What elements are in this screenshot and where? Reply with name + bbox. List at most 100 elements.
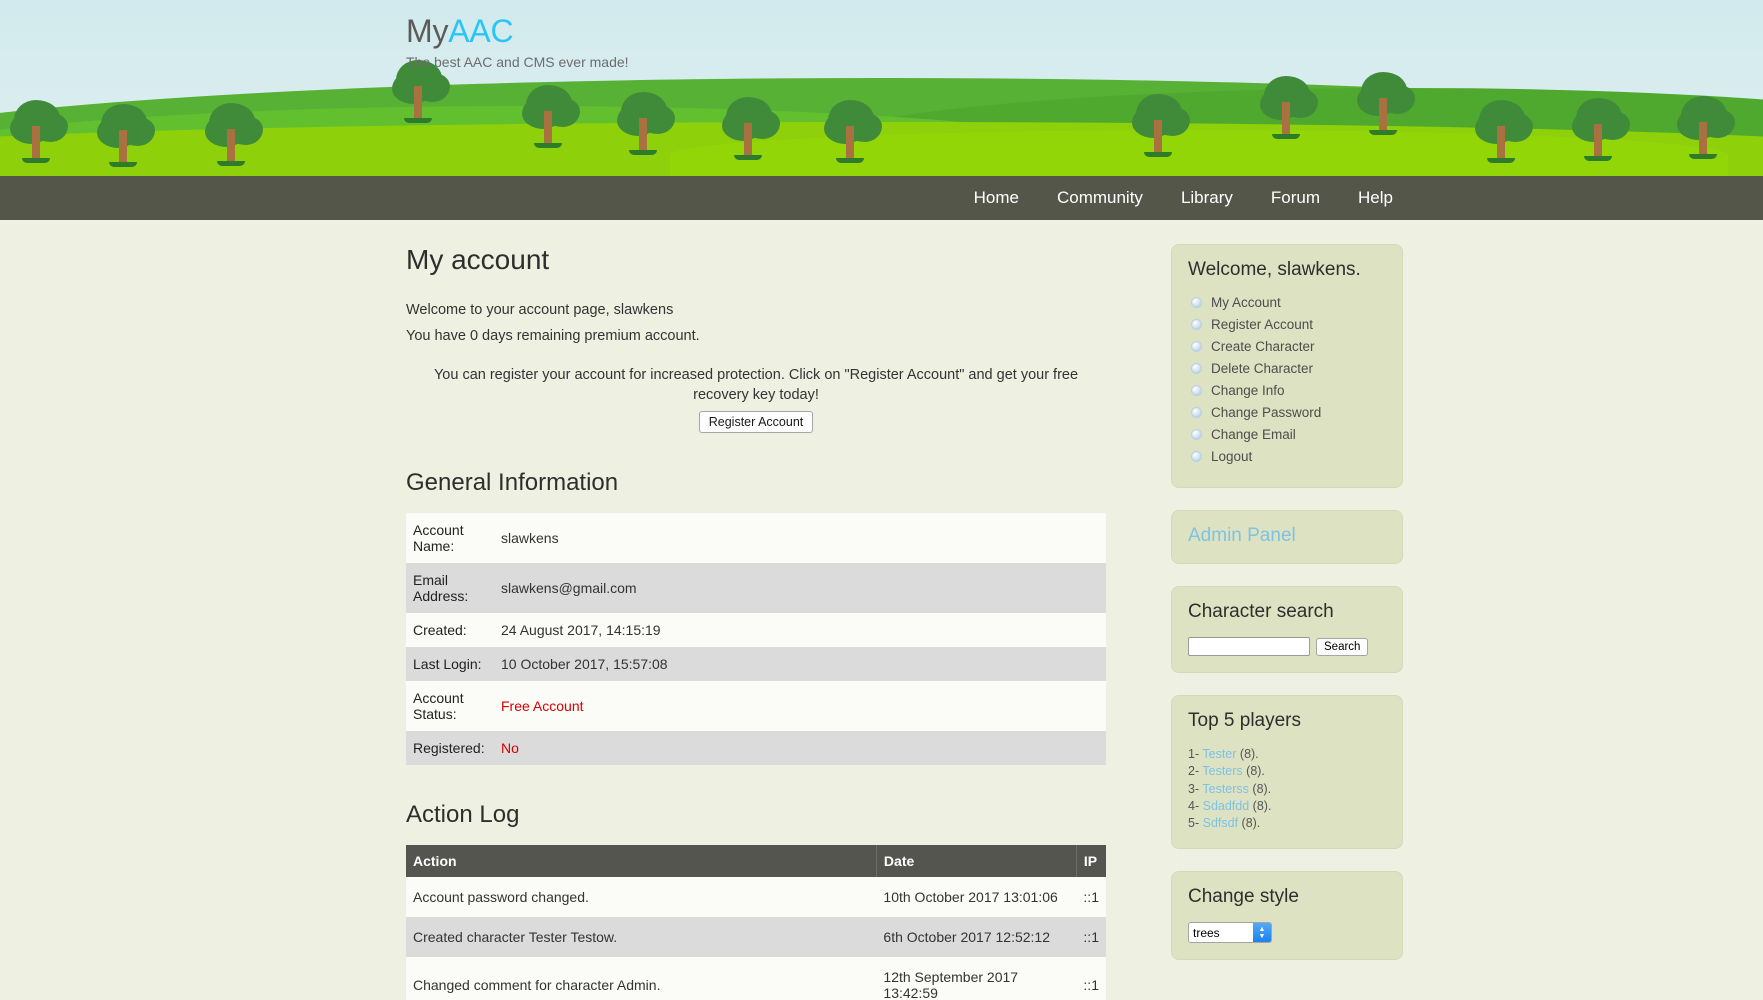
admin-panel-link[interactable]: Admin Panel [1188,525,1386,547]
row-label: Last Login: [406,647,494,681]
sidebar-item-label[interactable]: Change Password [1211,405,1321,420]
log-ip: ::1 [1076,877,1106,917]
tree-icon [1355,72,1411,134]
main-content: My account Welcome to your account page,… [406,244,1106,1000]
nav-item-help[interactable]: Help [1358,176,1393,220]
tree-icon [8,100,64,162]
sidebar-item-label[interactable]: Change Email [1211,427,1296,442]
sidebar-item-label[interactable]: Register Account [1211,317,1313,332]
register-account-button[interactable]: Register Account [699,411,814,433]
right-sidebar: Welcome, slawkens. My Account Register A… [1171,244,1403,982]
list-item: 2- Testers (8). [1188,763,1386,780]
sidebar-item-my-account[interactable]: My Account [1188,295,1386,310]
top-players-list: 1- Tester (8). 2- Testers (8). 3- Tester… [1188,746,1386,832]
row-label: Email Address: [406,563,494,613]
sidebar-item-label[interactable]: Logout [1211,449,1252,464]
tree-icon [615,92,671,154]
bullet-icon [1191,407,1202,418]
nav-item-community[interactable]: Community [1057,176,1143,220]
page-body: My account Welcome to your account page,… [0,220,1763,1000]
nav-item-library[interactable]: Library [1181,176,1233,220]
sidebar-item-change-info[interactable]: Change Info [1188,383,1386,398]
column-header-date: Date [876,845,1076,877]
table-row: Account Status: Free Account [406,681,1106,731]
sidebar-item-label[interactable]: Delete Character [1211,361,1313,376]
table-row: Changed comment for character Admin. 12t… [406,957,1106,1000]
bullet-icon [1191,451,1202,462]
sidebar-item-label[interactable]: Create Character [1211,339,1315,354]
log-action: Account password changed. [406,877,876,917]
row-label: Registered: [406,731,494,765]
row-label: Account Name: [406,513,494,563]
player-level: (8). [1240,747,1259,761]
table-row: Registered: No [406,731,1106,765]
player-name-link[interactable]: Sdadfdd [1203,799,1250,813]
sidebar-item-change-email[interactable]: Change Email [1188,427,1386,442]
table-row: Created: 24 August 2017, 14:15:19 [406,613,1106,647]
sidebar-item-label[interactable]: My Account [1211,295,1281,310]
style-select-wrapper: trees ▲▼ [1188,922,1272,943]
account-menu-title: Welcome, slawkens. [1188,259,1386,281]
player-rank: 5- [1188,816,1199,830]
site-banner: MyAAC The best AAC and CMS ever made! [0,0,1763,176]
tree-icon [1258,76,1314,138]
log-action: Created character Tester Testow. [406,917,876,957]
player-name-link[interactable]: Sdfsdf [1203,816,1238,830]
style-select[interactable]: trees [1188,922,1272,943]
sidebar-item-delete-character[interactable]: Delete Character [1188,361,1386,376]
column-header-action: Action [406,845,876,877]
player-rank: 2- [1188,764,1199,778]
sidebar-item-change-password[interactable]: Change Password [1188,405,1386,420]
account-status-value: Free Account [494,681,1106,731]
column-header-ip: IP [1076,845,1106,877]
bullet-icon [1191,297,1202,308]
logo-text: MyAAC [406,12,629,50]
character-search-title: Character search [1188,601,1386,623]
logo-text-primary: My [406,13,448,49]
tree-icon [822,100,878,162]
account-menu-box: Welcome, slawkens. My Account Register A… [1171,244,1403,488]
search-input[interactable] [1188,637,1310,656]
player-name-link[interactable]: Testerss [1202,782,1249,796]
player-rank: 3- [1188,782,1199,796]
log-date: 10th October 2017 13:01:06 [876,877,1076,917]
log-date: 6th October 2017 12:52:12 [876,917,1076,957]
action-log-table: Action Date IP Account password changed.… [406,845,1106,1000]
sidebar-item-label[interactable]: Change Info [1211,383,1285,398]
change-style-title: Change style [1188,886,1386,908]
search-button[interactable]: Search [1316,638,1368,656]
registered-value: No [494,731,1106,765]
tree-icon [1675,96,1731,158]
bullet-icon [1191,341,1202,352]
player-name-link[interactable]: Testers [1202,764,1242,778]
tree-icon [1130,94,1186,156]
player-name-link[interactable]: Tester [1202,747,1236,761]
account-welcome-text: Welcome to your account page, slawkens [406,302,1106,318]
nav-item-forum[interactable]: Forum [1271,176,1320,220]
logo-text-accent: AAC [448,13,513,49]
row-label: Account Status: [406,681,494,731]
row-label: Created: [406,613,494,647]
register-button-row: Register Account [406,411,1106,433]
register-account-note: You can register your account for increa… [406,366,1106,405]
log-ip: ::1 [1076,917,1106,957]
table-row: Last Login: 10 October 2017, 15:57:08 [406,647,1106,681]
tree-icon [1570,98,1626,160]
site-logo[interactable]: MyAAC The best AAC and CMS ever made! [406,12,629,70]
log-ip: ::1 [1076,957,1106,1000]
top-players-box: Top 5 players 1- Tester (8). 2- Testers … [1171,695,1403,849]
tree-icon [95,104,151,166]
character-search-box: Character search Search [1171,586,1403,673]
sidebar-item-logout[interactable]: Logout [1188,449,1386,464]
bullet-icon [1191,363,1202,374]
bullet-icon [1191,319,1202,330]
log-action: Changed comment for character Admin. [406,957,876,1000]
table-row: Created character Tester Testow. 6th Oct… [406,917,1106,957]
admin-panel-box[interactable]: Admin Panel [1171,510,1403,564]
tree-icon [1473,100,1529,162]
sidebar-item-create-character[interactable]: Create Character [1188,339,1386,354]
player-level: (8). [1246,764,1265,778]
nav-item-home[interactable]: Home [974,176,1019,220]
sidebar-item-register-account[interactable]: Register Account [1188,317,1386,332]
row-value: slawkens [494,513,1106,563]
